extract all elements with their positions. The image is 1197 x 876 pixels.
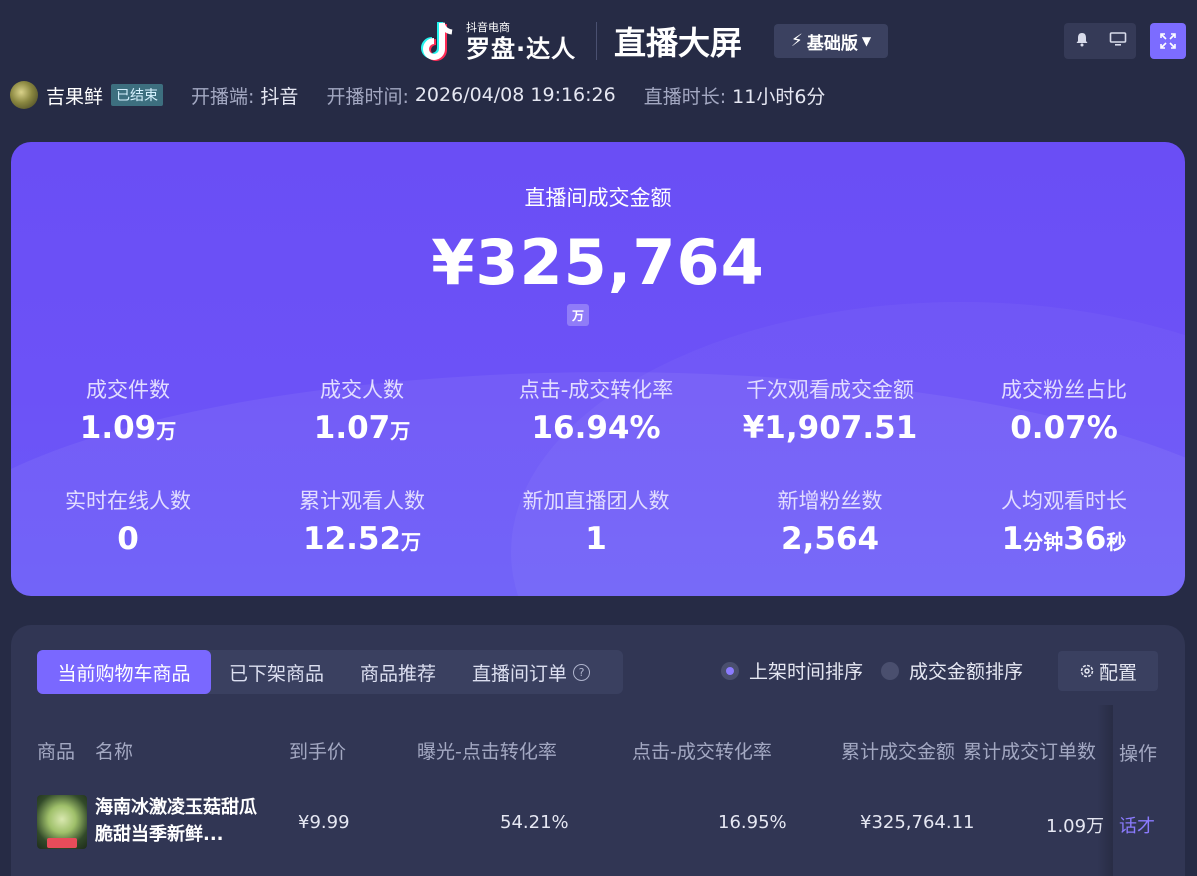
metric-label: 人均观看时长 bbox=[1001, 489, 1127, 513]
metric-label: 实时在线人数 bbox=[65, 489, 191, 513]
monitor-icon[interactable] bbox=[1109, 31, 1127, 51]
bell-icon[interactable] bbox=[1074, 31, 1090, 51]
col-header-exposure-click: 曝光-点击转化率 bbox=[417, 741, 557, 763]
config-button[interactable]: 配置 bbox=[1058, 651, 1158, 691]
tab-recommend[interactable]: 商品推荐 bbox=[342, 650, 454, 694]
help-icon[interactable]: ? bbox=[573, 663, 591, 681]
metric-gpm: 千次观看成交金额 ¥1,907.51 bbox=[713, 374, 947, 446]
lightning-icon: ⚡ bbox=[790, 31, 803, 51]
metric-label: 千次观看成交金额 bbox=[746, 378, 914, 402]
platform-value: 抖音 bbox=[260, 85, 299, 108]
metric-value: 1分钟36秒 bbox=[1001, 521, 1127, 557]
edition-dropdown[interactable]: ⚡ 基础版 ▼ bbox=[774, 24, 888, 58]
sort-options: 上架时间排序 成交金额排序 bbox=[721, 657, 1023, 684]
fullscreen-button[interactable] bbox=[1150, 23, 1186, 59]
config-label: 配置 bbox=[1098, 661, 1137, 684]
col-header-click-deal: 点击-成交转化率 bbox=[632, 741, 772, 763]
gmv-summary-card: 直播间成交金额 ¥325,764 万 成交件数 1.09万 成交人数 1.07万… bbox=[11, 142, 1185, 596]
metric-value: 2,564 bbox=[780, 521, 880, 557]
metric-label: 新增粉丝数 bbox=[777, 489, 883, 513]
edition-label: 基础版 bbox=[806, 33, 858, 54]
tab-delisted[interactable]: 已下架商品 bbox=[211, 650, 342, 694]
metric-avg-watch-time: 人均观看时长 1分钟36秒 bbox=[947, 485, 1181, 557]
sort-label: 上架时间排序 bbox=[749, 661, 864, 683]
gmv-value: ¥325,764 bbox=[431, 226, 765, 299]
metric-value: 0.07% bbox=[1010, 410, 1118, 446]
tab-orders-label: 直播间订单 bbox=[472, 662, 568, 685]
metric-online-now: 实时在线人数 0 bbox=[11, 485, 245, 557]
header-divider bbox=[596, 22, 597, 60]
duration-value: 11小时6分 bbox=[732, 85, 826, 108]
metric-value: 1 bbox=[585, 521, 607, 557]
thumbnail-tag bbox=[47, 838, 77, 848]
metric-value: 0 bbox=[117, 521, 139, 557]
start-time-value: 2026/04/08 19:16:26 bbox=[414, 84, 616, 106]
radio-selected-icon bbox=[721, 661, 739, 680]
tab-current-cart[interactable]: 当前购物车商品 bbox=[37, 650, 211, 694]
brand-logo: 抖音电商 罗盘·达人 bbox=[420, 18, 576, 64]
click-deal-rate: 16.95% bbox=[718, 812, 787, 833]
sort-label: 成交金额排序 bbox=[909, 661, 1024, 683]
metric-new-followers: 新增粉丝数 2,564 bbox=[713, 485, 947, 557]
status-badge: 已结束 bbox=[111, 84, 164, 106]
radio-unselected-icon bbox=[881, 661, 900, 680]
metric-value: 1.07万 bbox=[313, 410, 411, 446]
col-header-name: 名称 bbox=[95, 741, 134, 763]
metric-new-fan-club: 新加直播团人数 1 bbox=[479, 485, 713, 557]
platform-label: 开播端: bbox=[191, 85, 255, 108]
metric-value: 16.94% bbox=[531, 410, 661, 446]
table-scroll-shadow bbox=[1097, 705, 1113, 876]
metric-label: 累计观看人数 bbox=[299, 489, 425, 513]
metric-label: 成交人数 bbox=[320, 378, 404, 402]
metric-total-viewers: 累计观看人数 12.52万 bbox=[245, 485, 479, 557]
col-header-product: 商品 bbox=[37, 741, 76, 763]
header-tools bbox=[1064, 23, 1136, 59]
exposure-click-rate: 54.21% bbox=[500, 812, 569, 833]
expand-icon bbox=[1160, 33, 1176, 49]
col-header-gmv: 累计成交金额 bbox=[841, 741, 956, 763]
sort-by-listing-time[interactable]: 上架时间排序 bbox=[721, 657, 863, 684]
metric-label: 成交件数 bbox=[86, 378, 170, 402]
streamer-name: 吉果鲜 bbox=[46, 85, 104, 108]
stream-info-bar: 吉果鲜 已结束 开播端: 抖音 开播时间: 2026/04/08 19:16:2… bbox=[10, 80, 825, 110]
avatar bbox=[10, 81, 38, 109]
metric-value: 12.52万 bbox=[302, 521, 422, 557]
metric-fan-ratio: 成交粉丝占比 0.07% bbox=[947, 374, 1181, 446]
col-header-orders: 累计成交订单数 bbox=[963, 741, 1097, 763]
metric-value: ¥1,907.51 bbox=[742, 410, 918, 446]
product-price: ¥9.99 bbox=[298, 812, 350, 833]
product-gmv: ¥325,764.11 bbox=[860, 812, 975, 833]
action-link[interactable]: 话才 bbox=[1119, 812, 1155, 838]
gear-icon bbox=[1080, 664, 1094, 678]
metric-label: 成交粉丝占比 bbox=[1001, 378, 1127, 402]
table-row: 海南冰激凌玉菇甜瓜脆甜当季新鲜... ¥9.99 54.21% 16.95% ¥… bbox=[11, 790, 1185, 860]
duration-label: 直播时长: bbox=[643, 85, 727, 108]
metric-buyers: 成交人数 1.07万 bbox=[245, 374, 479, 446]
gmv-unit-toggle[interactable]: 万 bbox=[567, 304, 589, 326]
metric-label: 点击-成交转化率 bbox=[518, 378, 674, 402]
product-tabs: 当前购物车商品 已下架商品 商品推荐 直播间订单 ? bbox=[37, 650, 623, 694]
tiktok-icon bbox=[420, 19, 460, 63]
metric-value: 1.09万 bbox=[79, 410, 177, 446]
brand-name: 罗盘·达人 bbox=[466, 34, 577, 63]
product-thumbnail[interactable] bbox=[37, 795, 87, 849]
tab-orders[interactable]: 直播间订单 ? bbox=[454, 650, 608, 694]
start-time-label: 开播时间: bbox=[326, 85, 409, 108]
product-name[interactable]: 海南冰激凌玉菇甜瓜脆甜当季新鲜... bbox=[95, 794, 265, 848]
page-title: 直播大屏 bbox=[614, 24, 743, 62]
brand-subtitle: 抖音电商 bbox=[466, 20, 510, 34]
col-header-price: 到手价 bbox=[289, 741, 347, 763]
gmv-title: 直播间成交金额 bbox=[524, 186, 672, 210]
metric-items-sold: 成交件数 1.09万 bbox=[11, 374, 245, 446]
sort-by-gmv[interactable]: 成交金额排序 bbox=[881, 657, 1023, 684]
metric-click-conversion: 点击-成交转化率 16.94% bbox=[479, 374, 713, 446]
col-header-action: 操作 bbox=[1119, 743, 1158, 765]
metric-label: 新加直播团人数 bbox=[522, 489, 670, 513]
product-orders: 1.09万 bbox=[1046, 816, 1105, 837]
caret-down-icon: ▼ bbox=[861, 34, 872, 48]
product-panel: 当前购物车商品 已下架商品 商品推荐 直播间订单 ? 上架时间排序 成交金额排序… bbox=[11, 625, 1185, 876]
